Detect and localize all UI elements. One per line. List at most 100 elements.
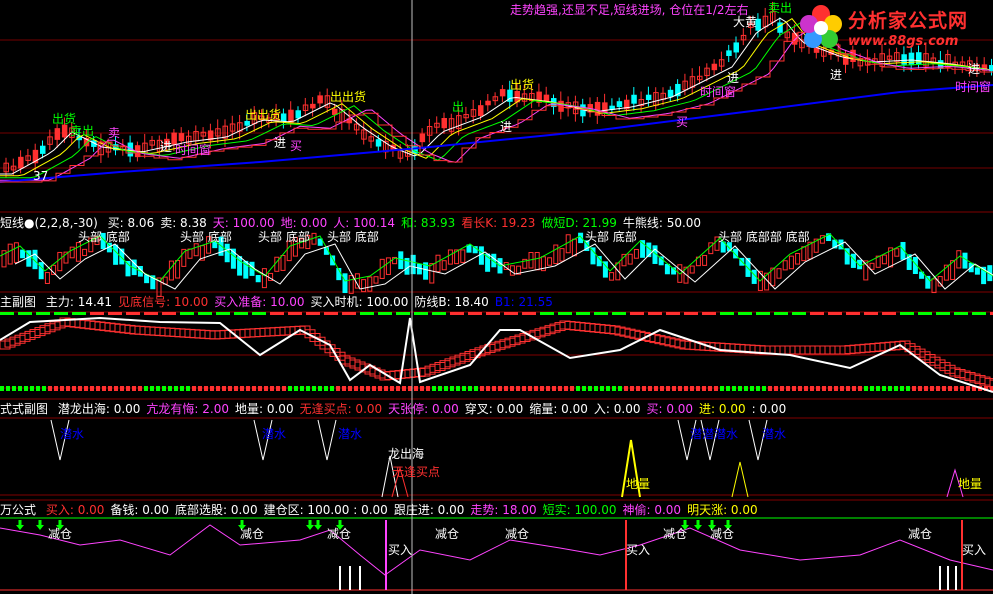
oscillator-bar: [379, 258, 385, 279]
bottom-band-square: [378, 386, 382, 391]
reduce-arrow-stem: [696, 520, 700, 525]
oscillator-bar: [633, 248, 639, 259]
oscillator-bar: [615, 262, 621, 281]
bottom-band-square: [522, 386, 526, 391]
bottom-band-square: [720, 386, 724, 391]
position-label-2: 减仓: [327, 527, 352, 541]
bottom-band-square: [864, 386, 868, 391]
top-band-dash: [810, 312, 824, 315]
oscillator-bar: [702, 254, 708, 266]
top-band-dash: [666, 312, 680, 315]
oscillator-bar: [931, 278, 937, 294]
bottom-band-square: [414, 386, 418, 391]
bottom-band-square: [516, 386, 520, 391]
bottom-band-square: [666, 386, 670, 391]
bottom-band-square: [192, 386, 196, 391]
bottom-band-square: [288, 386, 292, 391]
top-band-dash: [846, 312, 860, 315]
panel3-header: 主副图 主力: 14.41 见底信号: 10.00 买入准备: 10.00 买入时机:…: [0, 294, 559, 310]
bottom-band-square: [630, 386, 634, 391]
position-label-10: 买入: [962, 543, 987, 557]
oscillator-bar: [466, 244, 472, 253]
bottom-band-square: [768, 386, 772, 391]
oscillator-bar: [57, 251, 63, 272]
top-band-dash: [540, 312, 554, 315]
bottom-band-square: [222, 386, 226, 391]
site-logo: 分析家公式网 www.88gs.com: [796, 2, 991, 56]
oscillator-bar: [361, 279, 367, 293]
bottom-band-square: [126, 386, 130, 391]
top-band-dash: [360, 312, 374, 315]
bottom-band-square: [204, 386, 208, 391]
bottom-band-square: [42, 386, 46, 391]
oscillator-bar: [13, 242, 19, 263]
bottom-band-square: [348, 386, 352, 391]
top-band-dash: [702, 312, 716, 315]
oscillator-bar: [113, 244, 119, 265]
bottom-band-square: [168, 386, 172, 391]
bottom-band-square: [396, 386, 400, 391]
top-band-dash: [774, 312, 788, 315]
bottom-band-square: [624, 386, 628, 391]
bottom-band-square: [948, 386, 952, 391]
reduce-arrow-stem: [726, 520, 730, 525]
oscillator-bar: [441, 260, 447, 271]
oscillator-bar: [38, 262, 44, 280]
price-label-17: 买: [676, 115, 689, 129]
bottom-band-square: [510, 386, 514, 391]
price-label-6: 出货: [510, 78, 535, 92]
bottom-band-square: [582, 386, 586, 391]
oscillator-line-green: [0, 233, 993, 282]
top-band-dash: [126, 312, 140, 315]
bottom-band-square: [264, 386, 268, 391]
panel5-stat-8: 明天涨: 0.00: [687, 503, 758, 517]
candle-body: [288, 109, 294, 123]
trend-note: 走势趋强,还显不足,短线进场, 仓位在1/2左右: [510, 3, 749, 17]
bottom-band-square: [504, 386, 508, 391]
bottom-band-square: [282, 386, 286, 391]
candle-body: [499, 89, 506, 97]
top-band-dash: [396, 312, 410, 315]
bottom-band-square: [108, 386, 112, 391]
candle-body: [667, 89, 674, 97]
bottom-band-square: [426, 386, 430, 391]
price-label-3: 出出货: [245, 108, 282, 122]
bottom-band-square: [438, 386, 442, 391]
bottom-band-square: [960, 386, 964, 391]
bottom-band-square: [750, 386, 754, 391]
bottom-band-square: [942, 386, 946, 391]
price-label-2: 卖: [108, 126, 121, 140]
top-band-dash: [612, 312, 626, 315]
top-band-dash: [306, 312, 320, 315]
bottom-band-square: [294, 386, 298, 391]
top-band-dash: [324, 312, 338, 315]
bottom-band-square: [30, 386, 34, 391]
bottom-band-square: [888, 386, 892, 391]
flower-logo-icon: [800, 5, 842, 48]
bottom-band-square: [534, 386, 538, 391]
signal-label-4: 潜水: [762, 427, 787, 441]
oscillator-bar: [559, 248, 565, 262]
panel2-stat-1: 卖: 8.38: [160, 216, 207, 230]
oscillator-bar: [571, 238, 577, 257]
panel2-header: 短线●(2,2,8,-30) 买: 8.06 卖: 8.38 天: 100.00 地:…: [0, 215, 707, 231]
signal-label-6: 无逢买点: [392, 465, 441, 479]
reduce-arrow-head: [306, 525, 314, 530]
bottom-band-square: [612, 386, 616, 391]
oscillator-bar: [373, 276, 379, 284]
bottom-band-square: [150, 386, 154, 391]
bottom-band-square: [672, 386, 676, 391]
panel4-stat-3: 无逢买点: 0.00: [299, 402, 383, 416]
top-band-dash: [234, 312, 248, 315]
candle-body: [616, 101, 623, 108]
bottom-band-square: [618, 386, 622, 391]
chart-window: 走势趋强,还显不足,短线进场, 仓位在1/2左右 分析家公式网 www.88gs…: [0, 0, 993, 594]
bottom-band-square: [810, 386, 814, 391]
bottom-band-square: [78, 386, 82, 391]
bottom-band-square: [726, 386, 730, 391]
reduce-arrow-stem: [338, 520, 342, 525]
bottom-band-square: [198, 386, 202, 391]
reduce-arrow-stem: [18, 520, 22, 525]
oscillator-bar: [881, 254, 887, 265]
price-label-10: 进: [727, 71, 740, 85]
